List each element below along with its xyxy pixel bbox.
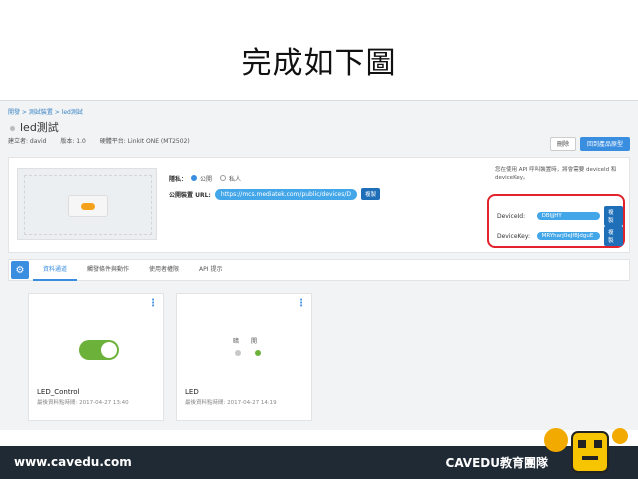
toolbar: 刪除 回到產品原型 bbox=[549, 137, 630, 151]
data-channel-cards: ⋮ LED_Control 最後資料點時間: 2017-04-27 13:40 … bbox=[8, 285, 630, 430]
copy-device-key-button[interactable]: 複製 bbox=[604, 226, 623, 246]
back-to-prototype-button[interactable]: 回到產品原型 bbox=[579, 137, 630, 151]
status-dot-icon bbox=[10, 125, 15, 131]
board-image bbox=[17, 168, 157, 240]
breadcrumb[interactable]: 開發 > 測試裝置 > led測試 bbox=[8, 107, 83, 116]
copy-device-id-button[interactable]: 複製 bbox=[604, 206, 623, 226]
device-tabs: ⚙ 資料通道 觸發條件與動作 使用者權限 API 提示 bbox=[8, 259, 630, 281]
privacy-label: 隱私： bbox=[169, 175, 188, 183]
footer-site: www.cavedu.com bbox=[14, 455, 132, 469]
project-name: led測試 bbox=[10, 119, 59, 135]
radio-off-icon bbox=[220, 175, 227, 181]
public-radio[interactable]: 公開 bbox=[191, 174, 212, 183]
tab-api-hints[interactable]: API 提示 bbox=[189, 259, 232, 281]
slide-title: 完成如下圖 bbox=[241, 46, 397, 81]
tab-triggers-actions[interactable]: 觸發條件與動作 bbox=[77, 259, 139, 281]
device-id-label: DeviceId: bbox=[497, 212, 526, 220]
channel-time: 最後資料點時間: 2017-04-27 14:19 bbox=[185, 400, 277, 406]
creator-meta: 建立者: david bbox=[8, 138, 47, 145]
privacy-row: 隱私： 公開 私人 bbox=[169, 172, 380, 184]
tab-user-permissions[interactable]: 使用者權限 bbox=[139, 259, 189, 281]
led-labels: 暗 開 bbox=[233, 336, 257, 345]
private-radio[interactable]: 私人 bbox=[220, 174, 241, 183]
slide: 完成如下圖 開發 > 測試裝置 > led測試 led測試 建立者: david… bbox=[0, 0, 638, 479]
device-key-label: DeviceKey: bbox=[497, 232, 530, 240]
public-url-row: 公開裝置 URL: https://mcs.mediatek.com/publi… bbox=[169, 188, 381, 200]
led-off-label: 暗 bbox=[233, 338, 240, 345]
led-indicator bbox=[235, 350, 261, 356]
channel-name: LED_Control bbox=[37, 388, 80, 396]
channel-time: 最後資料點時間: 2017-04-27 13:40 bbox=[37, 400, 129, 406]
copy-url-button[interactable]: 複製 bbox=[361, 188, 381, 200]
api-note: 您在使用 API 呼叫裝置時，將會需要 deviceId 和 deviceKey… bbox=[495, 167, 617, 181]
public-url-field[interactable]: https://mcs.mediatek.com/public/devices/… bbox=[214, 188, 357, 200]
gears-icon: ⚙ bbox=[11, 261, 29, 279]
led-on-dot-icon bbox=[255, 350, 261, 356]
led-off-dot-icon bbox=[235, 350, 241, 356]
mascot-icon bbox=[544, 428, 628, 473]
project-name-label: led測試 bbox=[20, 121, 59, 134]
kebab-menu-icon[interactable]: ⋮ bbox=[148, 298, 158, 309]
public-url-label: 公開裝置 URL: bbox=[169, 191, 211, 199]
channel-card-led-control: ⋮ LED_Control 最後資料點時間: 2017-04-27 13:40 bbox=[28, 293, 164, 421]
device-settings: 隱私： 公開 私人 公開裝置 URL: https://mcs.mediatek… bbox=[169, 172, 381, 204]
device-info-panel: 隱私： 公開 私人 公開裝置 URL: https://mcs.mediatek… bbox=[8, 157, 630, 253]
footer-brand: CAVEDU教育團隊 bbox=[445, 456, 548, 470]
channel-card-led: ⋮ 暗 開 LED 最後資料點時間: 2017-04-27 14:19 bbox=[176, 293, 312, 421]
project-meta: 建立者: david 版本: 1.0 硬體平台: LinkIt ONE (MT2… bbox=[8, 136, 202, 145]
switch-toggle[interactable] bbox=[79, 340, 119, 360]
tab-data-channels[interactable]: 資料通道 bbox=[33, 259, 78, 281]
version-meta: 版本: 1.0 bbox=[60, 138, 86, 145]
device-id-field[interactable]: DBIjjHY bbox=[536, 212, 601, 220]
device-key-field[interactable]: MRYharj0eJf8JdguE bbox=[536, 232, 601, 240]
device-key-highlight: DeviceId: DBIjjHY 複製 DeviceKey: MRYharj0… bbox=[487, 194, 625, 248]
radio-on-icon bbox=[191, 175, 198, 181]
channel-name: LED bbox=[185, 388, 199, 396]
device-key-row: DeviceKey: MRYharj0eJf8JdguE 複製 bbox=[497, 226, 623, 246]
led-on-label: 開 bbox=[251, 338, 258, 345]
kebab-menu-icon[interactable]: ⋮ bbox=[296, 298, 306, 309]
platform-meta: 硬體平台: LinkIt ONE (MT2502) bbox=[99, 138, 190, 145]
delete-button[interactable]: 刪除 bbox=[549, 137, 576, 151]
device-id-row: DeviceId: DBIjjHY 複製 bbox=[497, 206, 623, 226]
screenshot: 開發 > 測試裝置 > led測試 led測試 建立者: david 版本: 1… bbox=[0, 100, 638, 430]
board-chip-icon bbox=[68, 195, 108, 217]
api-info: 您在使用 API 呼叫裝置時，將會需要 deviceId 和 deviceKey… bbox=[495, 166, 625, 182]
